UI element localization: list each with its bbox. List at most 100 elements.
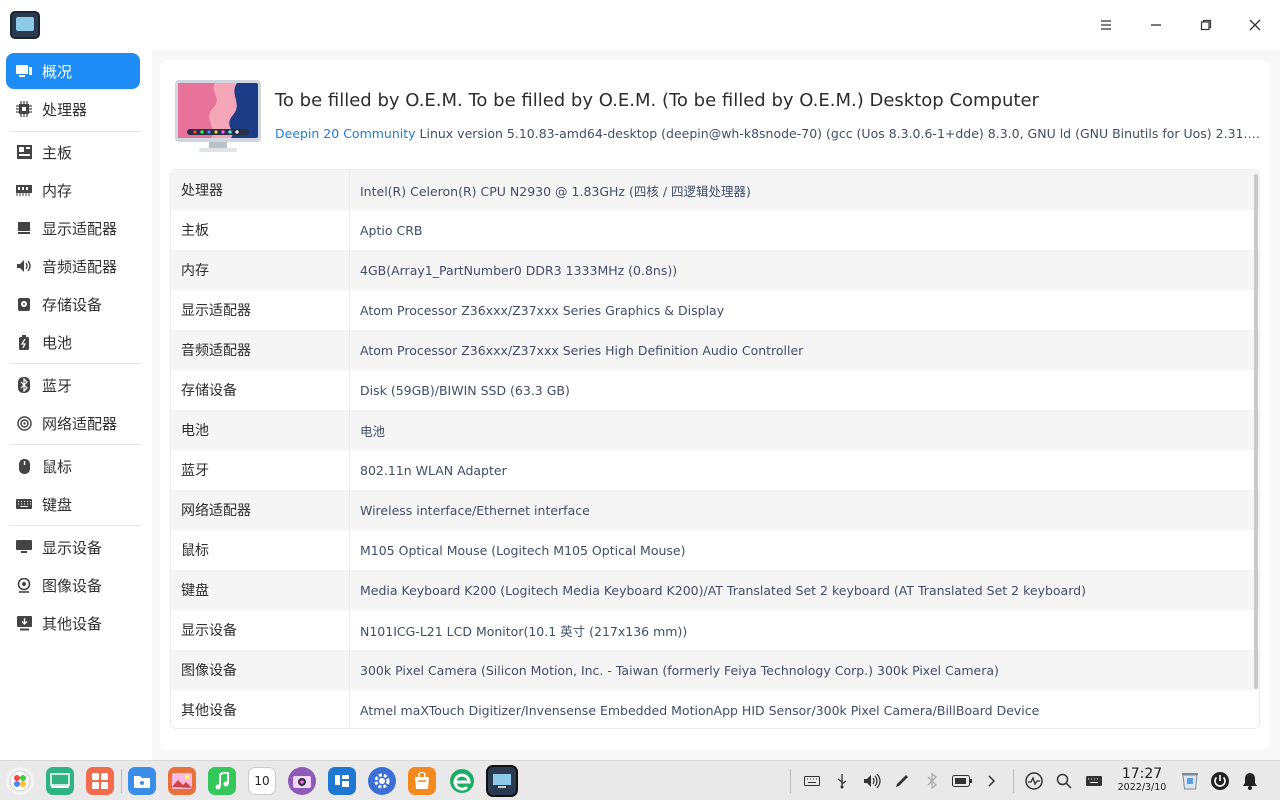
row-value: 300k Pixel Camera (Silicon Motion, Inc. …	[360, 662, 999, 678]
row-value: Media Keyboard K200 (Logitech Media Keyb…	[360, 582, 1086, 598]
table-scrollbar[interactable]	[1254, 174, 1258, 689]
volume-icon[interactable]	[862, 771, 882, 791]
stylus-icon[interactable]	[892, 771, 912, 791]
clock[interactable]: 17:27 2022/3/10	[1114, 766, 1170, 794]
onscreen-keyboard-icon[interactable]	[802, 771, 822, 791]
other-device-icon	[16, 615, 32, 631]
sidebar-divider	[10, 363, 141, 364]
row-value: Atom Processor Z36xxx/Z37xxx Series Grap…	[360, 302, 725, 318]
table-row: 键盘 Media Keyboard K200 (Logitech Media Ke…	[171, 570, 1259, 610]
row-key: 存储设备	[171, 370, 350, 410]
sidebar-item-battery[interactable]: 电池	[6, 324, 140, 360]
battery-tray-icon[interactable]	[952, 771, 972, 791]
calendar-icon[interactable]: 10	[248, 767, 276, 795]
sidebar-item-label: 内存	[42, 181, 73, 200]
table-row: 内存 4GB(Array1_PartNumber0 DDR3 1333MHz (0…	[171, 250, 1259, 290]
table-row: 蓝牙 802.11n WLAN Adapter	[171, 450, 1259, 490]
sidebar-item-display-adapter[interactable]: 显示适配器	[6, 210, 140, 246]
os-detail: Linux version 5.10.83-amd64-desktop (dee…	[419, 126, 1260, 141]
minimize-icon[interactable]	[1141, 10, 1171, 40]
row-value: 电池	[360, 423, 386, 439]
taskbar: 10 17:27 2022/3/10	[0, 760, 1280, 800]
menu-icon[interactable]	[1091, 10, 1121, 40]
maximize-icon[interactable]	[1191, 10, 1221, 40]
sidebar-item-motherboard[interactable]: 主板	[6, 134, 140, 170]
sidebar-item-label: 显示适配器	[42, 219, 118, 238]
row-value: M105 Optical Mouse (Logitech M105 Optica…	[360, 542, 686, 558]
row-value: N101ICG-L21 LCD Monitor(10.1 英寸 (217x136…	[360, 623, 688, 639]
sidebar-item-memory[interactable]: 内存	[6, 172, 140, 208]
keyboard-layout-icon[interactable]	[1084, 771, 1104, 791]
row-value: Intel(R) Celeron(R) CPU N2930 @ 1.83GHz …	[360, 183, 751, 199]
taskbar-divider	[121, 769, 122, 793]
motherboard-icon	[16, 144, 32, 160]
camera-app-icon[interactable]	[288, 767, 316, 795]
sidebar-item-storage[interactable]: 存储设备	[6, 286, 140, 322]
sidebar-item-label: 音频适配器	[42, 257, 118, 276]
email-icon[interactable]	[328, 767, 356, 795]
app-store-icon[interactable]	[86, 767, 114, 795]
sidebar-item-network[interactable]: 网络适配器	[6, 405, 140, 441]
usb-icon[interactable]	[832, 771, 852, 791]
table-row: 网络适配器 Wireless interface/Ethernet interfa…	[171, 490, 1259, 530]
table-row: 显示设备 N101ICG-L21 LCD Monitor(10.1 英寸 (217…	[171, 610, 1259, 650]
sidebar-item-mouse[interactable]: 鼠标	[6, 448, 140, 484]
row-value: Wireless interface/Ethernet interface	[360, 502, 590, 518]
main-panel: To be filled by O.E.M. To be filled by O…	[160, 60, 1270, 750]
cpu-icon	[16, 101, 32, 117]
row-key: 键盘	[171, 570, 350, 610]
computer-monitor-image	[175, 80, 261, 154]
launcher-icon[interactable]	[6, 767, 34, 795]
file-manager-icon[interactable]	[128, 767, 156, 795]
storage-icon	[16, 296, 32, 312]
table-row: 电池 电池	[171, 410, 1259, 450]
sidebar: 概况 处理器 主板 内存 显示适配器 音频适配器 存储设备 电池 蓝牙 网络适配…	[0, 50, 152, 760]
row-key: 显示设备	[171, 610, 350, 650]
table-row: 处理器 Intel(R) Celeron(R) CPU N2930 @ 1.83G…	[171, 170, 1259, 210]
trash-icon[interactable]	[1180, 771, 1200, 791]
control-center-icon[interactable]	[368, 767, 396, 795]
sidebar-item-keyboard[interactable]: 键盘	[6, 486, 140, 522]
sidebar-item-label: 图像设备	[42, 576, 103, 595]
row-key: 主板	[171, 210, 350, 250]
bluetooth-tray-icon[interactable]	[922, 771, 942, 791]
os-link[interactable]: Deepin 20 Community	[275, 126, 416, 141]
row-value: Disk (59GB)/BIWIN SSD (63.3 GB)	[360, 382, 570, 398]
sidebar-item-overview[interactable]: 概况	[6, 53, 140, 89]
system-monitor-icon[interactable]	[1024, 771, 1044, 791]
row-key: 蓝牙	[171, 450, 350, 490]
chevron-right-icon[interactable]	[982, 771, 1002, 791]
device-manager-app-icon	[10, 11, 40, 39]
page-title: To be filled by O.E.M. To be filled by O…	[275, 90, 1039, 111]
close-icon[interactable]	[1240, 10, 1270, 40]
row-key: 图像设备	[171, 650, 350, 690]
sidebar-item-label: 显示设备	[42, 538, 103, 557]
sidebar-item-label: 存储设备	[42, 295, 103, 314]
row-value: 802.11n WLAN Adapter	[360, 462, 507, 478]
notification-bell-icon[interactable]	[1240, 771, 1260, 791]
sidebar-item-audio[interactable]: 音频适配器	[6, 248, 140, 284]
search-icon[interactable]	[1054, 771, 1074, 791]
clock-date: 2022/3/10	[1117, 782, 1167, 793]
sidebar-divider	[10, 131, 141, 132]
device-manager-icon[interactable]	[486, 765, 518, 797]
sidebar-item-other-devices[interactable]: 其他设备	[6, 605, 140, 641]
power-icon[interactable]	[1210, 771, 1230, 791]
row-key: 显示适配器	[171, 290, 350, 330]
sidebar-item-camera[interactable]: 图像设备	[6, 567, 140, 603]
app-store-bag-icon[interactable]	[408, 767, 436, 795]
network-icon	[16, 415, 32, 431]
browser-icon[interactable]	[448, 767, 476, 795]
row-value: Aptio CRB	[360, 222, 423, 238]
taskbar-divider	[1013, 769, 1014, 793]
sidebar-item-bluetooth[interactable]: 蓝牙	[6, 367, 140, 403]
music-icon[interactable]	[208, 767, 236, 795]
multitask-view-icon[interactable]	[46, 767, 74, 795]
sidebar-item-monitor[interactable]: 显示设备	[6, 529, 140, 565]
table-row: 鼠标 M105 Optical Mouse (Logitech M105 Opti…	[171, 530, 1259, 570]
os-info: Deepin 20 Community Linux version 5.10.8…	[275, 126, 1260, 141]
bluetooth-icon	[16, 377, 32, 393]
taskbar-divider	[790, 769, 791, 793]
image-viewer-icon[interactable]	[168, 767, 196, 795]
sidebar-item-cpu[interactable]: 处理器	[6, 91, 140, 127]
